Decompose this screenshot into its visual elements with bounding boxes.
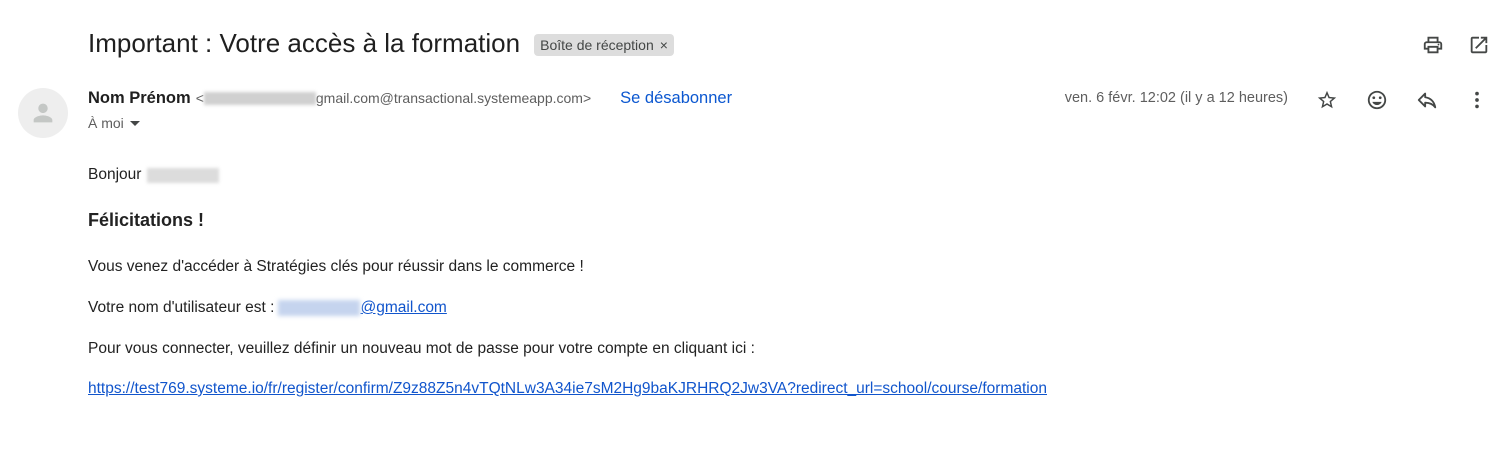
greeting-text: Bonjour xyxy=(88,166,142,183)
register-confirm-link[interactable]: https://test769.systeme.io/fr/register/c… xyxy=(88,380,1047,397)
label-chip-text: Boîte de réception xyxy=(540,36,654,53)
sender-avatar[interactable] xyxy=(18,88,68,138)
message-actions xyxy=(1315,88,1489,112)
sender-email-domain: gmail.com@transactional.systemeapp.com> xyxy=(315,90,592,106)
person-icon xyxy=(33,103,53,123)
congrats-heading: Félicitations ! xyxy=(88,210,205,230)
access-message: Vous venez d'accéder à Stratégies clés p… xyxy=(88,258,584,275)
password-instruction: Pour vous connecter, veuillez définir un… xyxy=(88,340,755,357)
inbox-label-chip[interactable]: Boîte de réception × xyxy=(534,33,674,56)
subject-header: Important : Votre accès à la formation B… xyxy=(88,28,674,59)
reply-icon[interactable] xyxy=(1415,88,1439,112)
username-email-link[interactable]: @gmail.com xyxy=(274,299,447,317)
email-subject: Important : Votre accès à la formation xyxy=(88,28,521,58)
email-date: ven. 6 févr. 12:02 (il y a 12 heures) xyxy=(1064,90,1288,106)
redacted-email-user xyxy=(203,91,316,105)
recipient-label: À moi xyxy=(88,115,124,131)
emoji-icon[interactable] xyxy=(1365,88,1389,112)
email-open-bracket: < xyxy=(195,90,204,106)
redacted-recipient-name xyxy=(147,167,220,183)
sender-name[interactable]: Nom Prénom xyxy=(88,89,191,108)
username-line: Votre nom d'utilisateur est : @gmail.com xyxy=(88,299,447,317)
recipient-details-toggle[interactable]: À moi xyxy=(88,115,140,131)
redacted-username xyxy=(278,299,361,316)
open-in-new-icon[interactable] xyxy=(1467,33,1491,57)
star-icon[interactable] xyxy=(1315,88,1339,112)
username-domain: @gmail.com xyxy=(360,299,447,316)
print-icon[interactable] xyxy=(1421,33,1445,57)
confirm-link-line: https://test769.systeme.io/fr/register/c… xyxy=(88,380,1047,398)
chevron-down-icon xyxy=(129,121,140,126)
unsubscribe-link[interactable]: Se désabonner xyxy=(620,89,732,108)
sender-email: < gmail.com@transactional.systemeapp.com… xyxy=(196,90,591,106)
greeting-line: Bonjour xyxy=(88,166,220,184)
more-vert-icon[interactable] xyxy=(1465,88,1489,112)
remove-label-button[interactable]: × xyxy=(660,37,668,53)
username-label: Votre nom d'utilisateur est : xyxy=(88,299,275,316)
sender-row: Nom Prénom < gmail.com@transactional.sys… xyxy=(88,89,732,108)
thread-actions xyxy=(1421,33,1491,57)
